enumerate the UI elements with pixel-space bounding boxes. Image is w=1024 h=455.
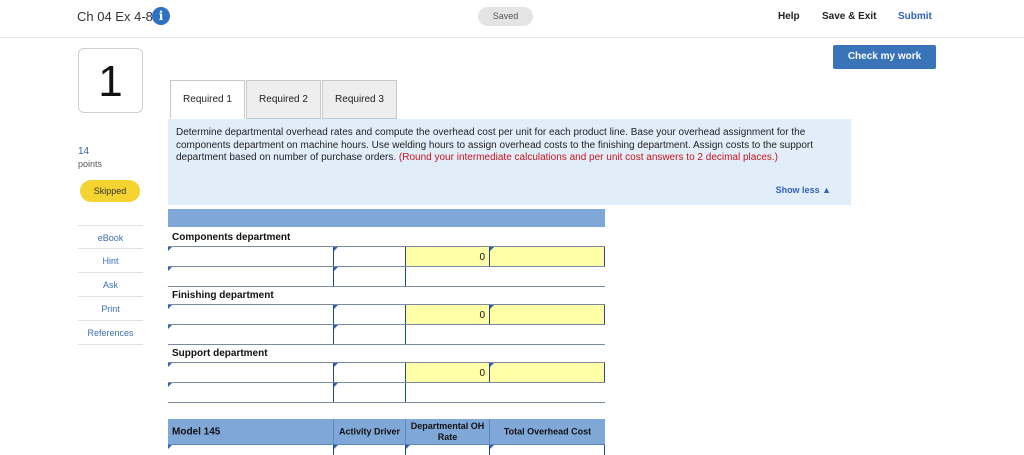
activity-driver-header: Activity Driver	[334, 419, 406, 444]
rate-input[interactable]	[490, 305, 605, 324]
ebook-link[interactable]: eBook	[78, 225, 143, 249]
description-input[interactable]	[168, 325, 334, 344]
skipped-status-badge: Skipped	[80, 180, 140, 202]
computed-total-value: 0	[479, 310, 485, 321]
total-cost-header: Total Overhead Cost	[490, 419, 605, 444]
show-less-link[interactable]: Show less ▲	[776, 184, 831, 197]
question-number: 1	[78, 48, 143, 113]
driver-input[interactable]	[334, 267, 406, 286]
points-value: 14	[78, 146, 90, 157]
input-row	[168, 325, 605, 345]
section-label-support: Support department	[172, 348, 268, 359]
description-input[interactable]	[168, 247, 334, 266]
input-row	[168, 383, 605, 403]
description-input[interactable]	[168, 445, 334, 455]
instructions-panel: Determine departmental overhead rates an…	[168, 119, 851, 205]
rate-input[interactable]	[406, 445, 490, 455]
help-link[interactable]: Help	[778, 11, 800, 22]
references-link[interactable]: References	[78, 321, 143, 345]
ask-link[interactable]: Ask	[78, 273, 143, 297]
points-label: points	[78, 159, 103, 169]
model-name-header: Model 145	[168, 419, 334, 444]
section-label-components: Components department	[172, 232, 291, 243]
rate-input[interactable]	[490, 247, 605, 266]
saved-status-badge: Saved	[478, 7, 533, 26]
section-row: Finishing department	[168, 287, 605, 305]
section-label-finishing: Finishing department	[172, 290, 274, 301]
computed-total-cell: 0	[406, 363, 490, 382]
driver-input[interactable]	[334, 445, 406, 455]
rounding-note: (Round your intermediate calculations an…	[398, 152, 779, 163]
worksheet-header-bar	[168, 209, 605, 227]
print-link[interactable]: Print	[78, 297, 143, 321]
description-input[interactable]	[168, 363, 334, 382]
input-row: 0	[168, 247, 605, 267]
model-header-row: Model 145 Activity Driver Departmental O…	[168, 419, 605, 445]
input-row: 0	[168, 363, 605, 383]
rate-input[interactable]	[490, 363, 605, 382]
input-row: 0	[168, 305, 605, 325]
overhead-worksheet: Components department 0 Finishing depart…	[168, 209, 605, 455]
section-row: Support department	[168, 345, 605, 363]
check-my-work-button[interactable]: Check my work	[833, 45, 936, 69]
driver-input[interactable]	[334, 363, 406, 382]
description-input[interactable]	[168, 383, 334, 402]
tab-required-2[interactable]: Required 2	[246, 80, 321, 119]
driver-input[interactable]	[334, 325, 406, 344]
submit-link[interactable]: Submit	[898, 11, 932, 22]
total-cost-input[interactable]	[490, 445, 605, 455]
description-input[interactable]	[168, 305, 334, 324]
resource-links: eBook Hint Ask Print References	[78, 225, 143, 345]
computed-total-value: 0	[479, 368, 485, 379]
requirement-tabs: Required 1 Required 2 Required 3	[170, 80, 398, 119]
driver-input[interactable]	[334, 305, 406, 324]
tab-required-3[interactable]: Required 3	[322, 80, 397, 119]
top-bar: Ch 04 Ex 4-8 i Saved Help Save & Exit Su…	[0, 0, 1024, 38]
section-row: Components department	[168, 227, 605, 247]
description-input[interactable]	[168, 267, 334, 286]
driver-input[interactable]	[334, 247, 406, 266]
computed-total-cell: 0	[406, 247, 490, 266]
driver-input[interactable]	[334, 383, 406, 402]
oh-rate-header: Departmental OH Rate	[406, 419, 490, 444]
page-title: Ch 04 Ex 4-8	[77, 9, 153, 24]
tab-required-1[interactable]: Required 1	[170, 80, 245, 119]
info-icon[interactable]: i	[152, 7, 170, 25]
hint-link[interactable]: Hint	[78, 249, 143, 273]
computed-total-value: 0	[479, 252, 485, 263]
save-and-exit-link[interactable]: Save & Exit	[822, 11, 876, 22]
spacer-row	[168, 403, 605, 419]
input-row	[168, 267, 605, 287]
input-row	[168, 445, 605, 455]
computed-total-cell: 0	[406, 305, 490, 324]
